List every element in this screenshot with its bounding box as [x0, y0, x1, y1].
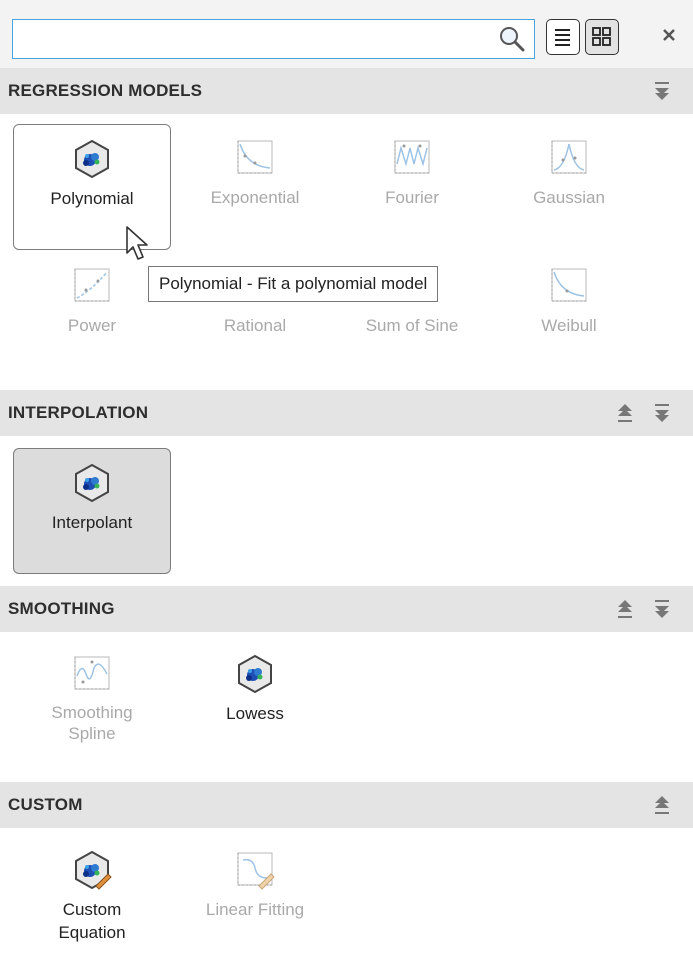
tile-label: Power	[67, 316, 117, 335]
tile-label: Gaussian	[533, 188, 605, 207]
tile-lowess[interactable]: Lowess	[176, 640, 334, 766]
interpolant-icon	[75, 464, 109, 502]
polynomial-icon	[75, 140, 109, 178]
collapse-down-icon[interactable]	[651, 402, 673, 424]
section-title: CUSTOM	[8, 795, 83, 814]
tile-label: Custom Equation	[17, 898, 167, 944]
tile-custom-equation[interactable]: Custom Equation	[13, 836, 171, 968]
tile-label: Exponential	[210, 188, 300, 207]
tile-label-line1: Smoothing	[51, 703, 133, 722]
tile-label: Weibull	[541, 316, 597, 335]
tile-linear-fitting[interactable]: Linear Fitting	[176, 836, 334, 962]
grid-icon	[592, 27, 611, 46]
list-view-button[interactable]	[546, 19, 580, 55]
tile-label: Rational	[223, 316, 287, 335]
tile-label: Sum of Sine	[365, 316, 459, 335]
section-title: INTERPOLATION	[8, 403, 149, 422]
search-field[interactable]	[12, 19, 535, 59]
section-title: REGRESSION MODELS	[8, 81, 203, 100]
section-title: SMOOTHING	[8, 599, 115, 618]
grid-view-button[interactable]	[585, 19, 619, 55]
tile-weibull[interactable]: Weibull	[490, 252, 648, 378]
section-header-interpolation[interactable]: INTERPOLATION	[0, 390, 693, 436]
tile-label: Polynomial	[50, 189, 134, 208]
tile-fourier[interactable]: Fourier	[333, 124, 491, 250]
weibull-icon	[551, 268, 587, 302]
smoothing-spline-icon	[74, 656, 110, 690]
search-toolbar	[0, 0, 693, 68]
tile-label-line2: Spline	[68, 724, 116, 743]
custom-equation-icon	[75, 851, 112, 890]
collapse-down-icon[interactable]	[651, 80, 673, 102]
tile-label-line2: Equation	[58, 923, 126, 942]
list-icon	[555, 29, 570, 46]
collapse-down-icon[interactable]	[651, 598, 673, 620]
tile-smoothing-spline[interactable]: Smoothing Spline	[13, 640, 171, 770]
linear-fitting-icon	[237, 852, 275, 890]
tile-label-line1: Custom	[62, 900, 122, 919]
tile-label: Linear Fitting	[205, 900, 305, 919]
collapse-up-icon[interactable]	[614, 598, 636, 620]
tile-exponential[interactable]: Exponential	[176, 124, 334, 250]
tile-label: Fourier	[385, 188, 439, 207]
fourier-icon	[394, 140, 430, 174]
section-header-smoothing[interactable]: SMOOTHING	[0, 586, 693, 632]
tile-label: Interpolant	[51, 513, 133, 532]
collapse-up-icon[interactable]	[614, 402, 636, 424]
collapse-up-icon[interactable]	[651, 794, 673, 816]
tooltip-text: Polynomial - Fit a polynomial model	[159, 274, 428, 293]
mouse-cursor-icon	[126, 226, 148, 260]
tile-label: Smoothing Spline	[17, 702, 167, 744]
power-icon	[74, 268, 110, 302]
gaussian-icon	[551, 140, 587, 174]
tile-interpolant[interactable]: Interpolant	[13, 448, 171, 574]
close-icon[interactable]	[656, 22, 682, 48]
tooltip: Polynomial - Fit a polynomial model	[148, 266, 439, 302]
exponential-icon	[237, 140, 273, 174]
lowess-icon	[238, 655, 272, 693]
section-header-regression[interactable]: REGRESSION MODELS	[0, 68, 693, 114]
search-icon[interactable]	[498, 25, 526, 53]
search-input[interactable]	[13, 20, 483, 56]
section-header-custom[interactable]: CUSTOM	[0, 782, 693, 828]
tile-gaussian[interactable]: Gaussian	[490, 124, 648, 250]
tile-label: Lowess	[226, 704, 284, 723]
